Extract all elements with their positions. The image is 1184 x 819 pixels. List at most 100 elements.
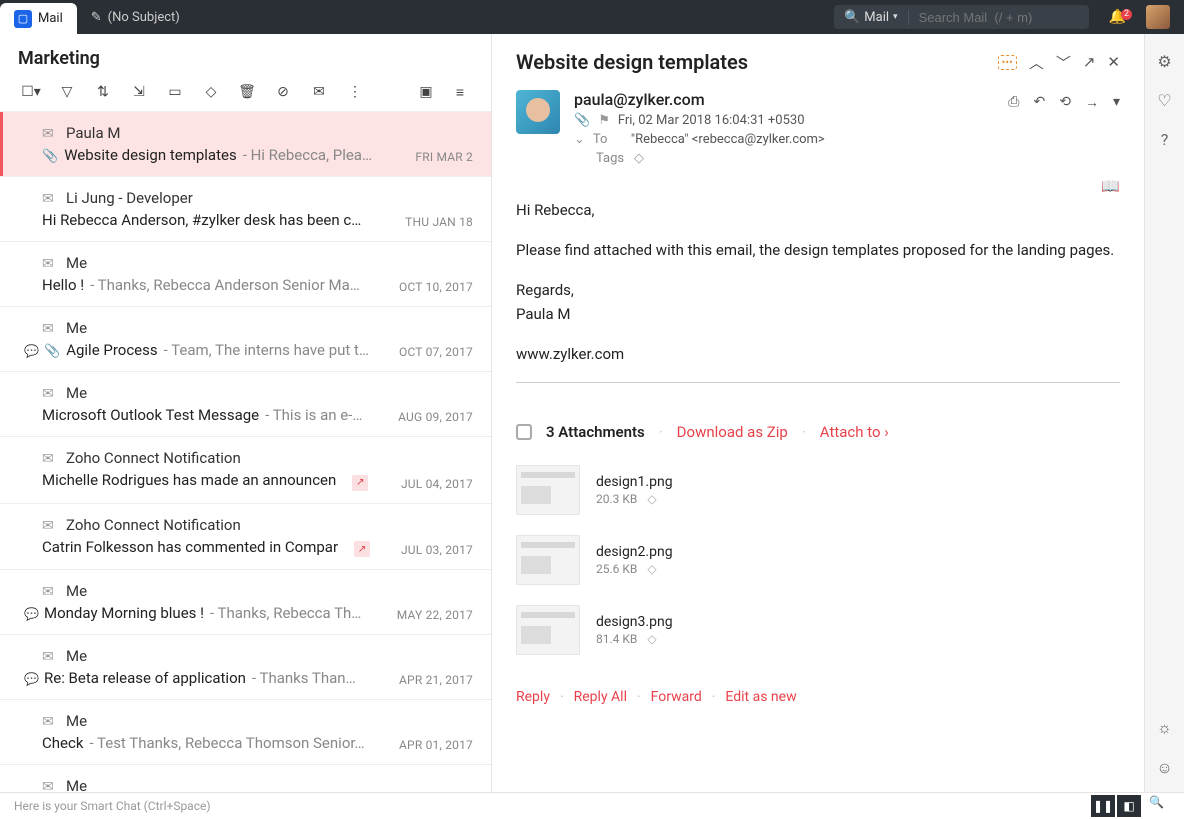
reply-all-link[interactable]: Reply All	[574, 689, 627, 705]
select-all-checkbox[interactable]: ☐▾	[22, 83, 40, 101]
body-main: Please find attached with this email, th…	[516, 238, 1120, 262]
message-subject: Michelle Rodrigues has made an announcen	[42, 471, 336, 489]
streams-icon[interactable]: •••	[998, 55, 1017, 70]
attach-to-link[interactable]: Attach to ›	[820, 423, 889, 441]
filter-icon[interactable]: ▽	[58, 83, 76, 101]
mark-read-icon[interactable]: ✉	[310, 83, 328, 101]
message-row[interactable]: ✉Me💬Re: Beta release of application - Th…	[0, 635, 491, 700]
message-from: Me	[66, 712, 471, 730]
attachment-icon: 📎	[574, 113, 590, 128]
message-list: ✉Paula M📎Website design templates - Hi R…	[0, 112, 491, 792]
open-new-window-icon[interactable]: ↗	[1083, 53, 1096, 71]
reply-link[interactable]: Reply	[516, 689, 550, 705]
search-pill[interactable]: 🔍 Mail ▾	[834, 5, 1088, 29]
folder-icon[interactable]: ▭	[166, 83, 184, 101]
delete-icon[interactable]: 🗑	[238, 83, 256, 101]
envelope-icon: ✉	[42, 451, 54, 467]
folder-title: Marketing	[18, 48, 473, 69]
attachment-thumbnail	[516, 535, 580, 585]
user-card-icon[interactable]: ◧	[1117, 795, 1141, 817]
message-from: Zoho Connect Notification	[66, 449, 471, 467]
attachment-row[interactable]: design3.png81.4 KB◇	[516, 595, 816, 665]
sort-icon[interactable]: ⇅	[94, 83, 112, 101]
more-icon[interactable]: ⋮	[346, 83, 364, 101]
message-date: JUL 04, 2017	[401, 477, 473, 491]
message-from: Me	[66, 384, 471, 402]
expand-recipients-icon[interactable]: ⌄	[574, 132, 585, 147]
message-date: APR 21, 2017	[399, 673, 473, 687]
next-message-icon[interactable]: ﹀	[1056, 52, 1071, 73]
message-preview: - Test Thanks, Rebecca Thomson Senior…	[89, 734, 364, 752]
select-all-attachments-checkbox[interactable]	[516, 424, 532, 440]
pause-icon[interactable]: ❚❚	[1091, 795, 1115, 817]
envelope-icon: ✉	[42, 256, 54, 272]
envelope-icon: ✉	[42, 584, 54, 600]
body-link[interactable]: www.zylker.com	[516, 342, 1120, 366]
attachment-tag-icon[interactable]: ◇	[647, 632, 656, 646]
archive-icon[interactable]: ⇲	[130, 83, 148, 101]
message-date: AUG 09, 2017	[398, 410, 473, 424]
message-row[interactable]: ✉MeMicrosoft Outlook Test Message - This…	[0, 372, 491, 437]
theme-icon[interactable]: ☼	[1157, 718, 1172, 738]
message-row[interactable]: ✉MeHello ! - Thanks, Rebecca Anderson Se…	[0, 242, 491, 307]
search-input[interactable]	[909, 10, 1089, 25]
attachment-row[interactable]: design2.png25.6 KB◇	[516, 525, 816, 595]
message-date: OCT 10, 2017	[399, 280, 473, 294]
body-signoff: Regards,	[516, 281, 574, 299]
tab-compose[interactable]: ✎ (No Subject)	[77, 0, 194, 34]
envelope-icon: ✉	[42, 649, 54, 665]
integrations-icon[interactable]: ♡	[1157, 91, 1171, 110]
spam-icon[interactable]: ⊘	[274, 83, 292, 101]
user-avatar[interactable]	[1146, 5, 1170, 29]
attachment-tag-icon[interactable]: ◇	[647, 562, 656, 576]
attachment-name: design3.png	[596, 614, 673, 630]
message-subject: Microsoft Outlook Test Message	[42, 406, 259, 424]
message-from: Me	[66, 777, 471, 792]
message-row[interactable]: ✉Me💬📎Agile Process - Team, The interns h…	[0, 307, 491, 372]
add-tag-icon[interactable]: ◇	[634, 151, 644, 166]
density-icon[interactable]: ≡	[451, 83, 469, 101]
download-zip-link[interactable]: Download as Zip	[677, 423, 788, 441]
more-actions-icon[interactable]: ▾	[1113, 94, 1120, 110]
reply-icon[interactable]: ↶	[1034, 94, 1046, 110]
external-link-icon: ↗	[354, 541, 370, 557]
zoom-search-icon[interactable]: 🔍	[1143, 795, 1170, 817]
edit-as-new-link[interactable]: Edit as new	[725, 689, 796, 705]
message-subject: Website design templates	[64, 146, 237, 164]
tag-icon[interactable]: ◇	[202, 83, 220, 101]
reader-mode-icon[interactable]: 📖	[1101, 174, 1120, 198]
close-reader-icon[interactable]: ✕	[1107, 53, 1120, 71]
message-row[interactable]: ✉Paula M📎Website design templates - Hi R…	[0, 112, 491, 177]
flag-icon[interactable]: ⚑	[598, 113, 610, 128]
message-row[interactable]: ✉MeCheck - Test Thanks, Rebecca Thomson …	[0, 700, 491, 765]
attachment-size: 20.3 KB	[596, 492, 637, 506]
reply-all-icon[interactable]: ⟲	[1059, 94, 1071, 110]
message-row[interactable]: ✉Me💬Monday Morning blues ! - Thanks, Reb…	[0, 570, 491, 635]
message-row[interactable]: ✉MeCheck - Test Thanks, Rebecca Thomson …	[0, 765, 491, 792]
notification-badge: 2	[1121, 9, 1132, 20]
layout-icon[interactable]: ▣	[417, 83, 435, 101]
list-toolbar: ☐▾ ▽ ⇅ ⇲ ▭ ◇ 🗑 ⊘ ✉ ⋮ ▣ ≡	[0, 77, 491, 112]
envelope-icon: ✉	[42, 321, 54, 337]
print-icon[interactable]: ⎙	[1008, 94, 1019, 110]
message-row[interactable]: ✉Li Jung - DeveloperHi Rebecca Anderson,…	[0, 177, 491, 242]
thread-icon: 💬	[24, 607, 38, 621]
notifications-button[interactable]: 🔔 2	[1101, 9, 1134, 25]
tab-mail[interactable]: ▢ Mail	[0, 3, 77, 34]
attachment-row[interactable]: design1.png20.3 KB◇	[516, 455, 816, 525]
message-row[interactable]: ✉Zoho Connect NotificationCatrin Folkess…	[0, 504, 491, 571]
feedback-icon[interactable]: ☺	[1156, 758, 1172, 778]
smart-chat-bar[interactable]: Here is your Smart Chat (Ctrl+Space) ❚❚ …	[0, 792, 1184, 819]
reader-subject: Website design templates	[516, 50, 986, 74]
help-icon[interactable]: ?	[1161, 130, 1169, 149]
thread-icon: 💬	[24, 344, 38, 358]
tab-compose-label: (No Subject)	[108, 10, 180, 25]
search-scope[interactable]: 🔍 Mail ▾	[834, 10, 908, 25]
prev-message-icon[interactable]: ︿	[1029, 52, 1044, 73]
forward-link[interactable]: Forward	[651, 689, 702, 705]
forward-icon[interactable]: →	[1085, 94, 1099, 111]
settings-icon[interactable]: ⚙	[1157, 52, 1171, 71]
message-subject: Hello !	[42, 276, 84, 294]
message-row[interactable]: ✉ Zoho Connect Notification Michelle Rodri…	[0, 437, 491, 504]
attachment-tag-icon[interactable]: ◇	[647, 492, 656, 506]
